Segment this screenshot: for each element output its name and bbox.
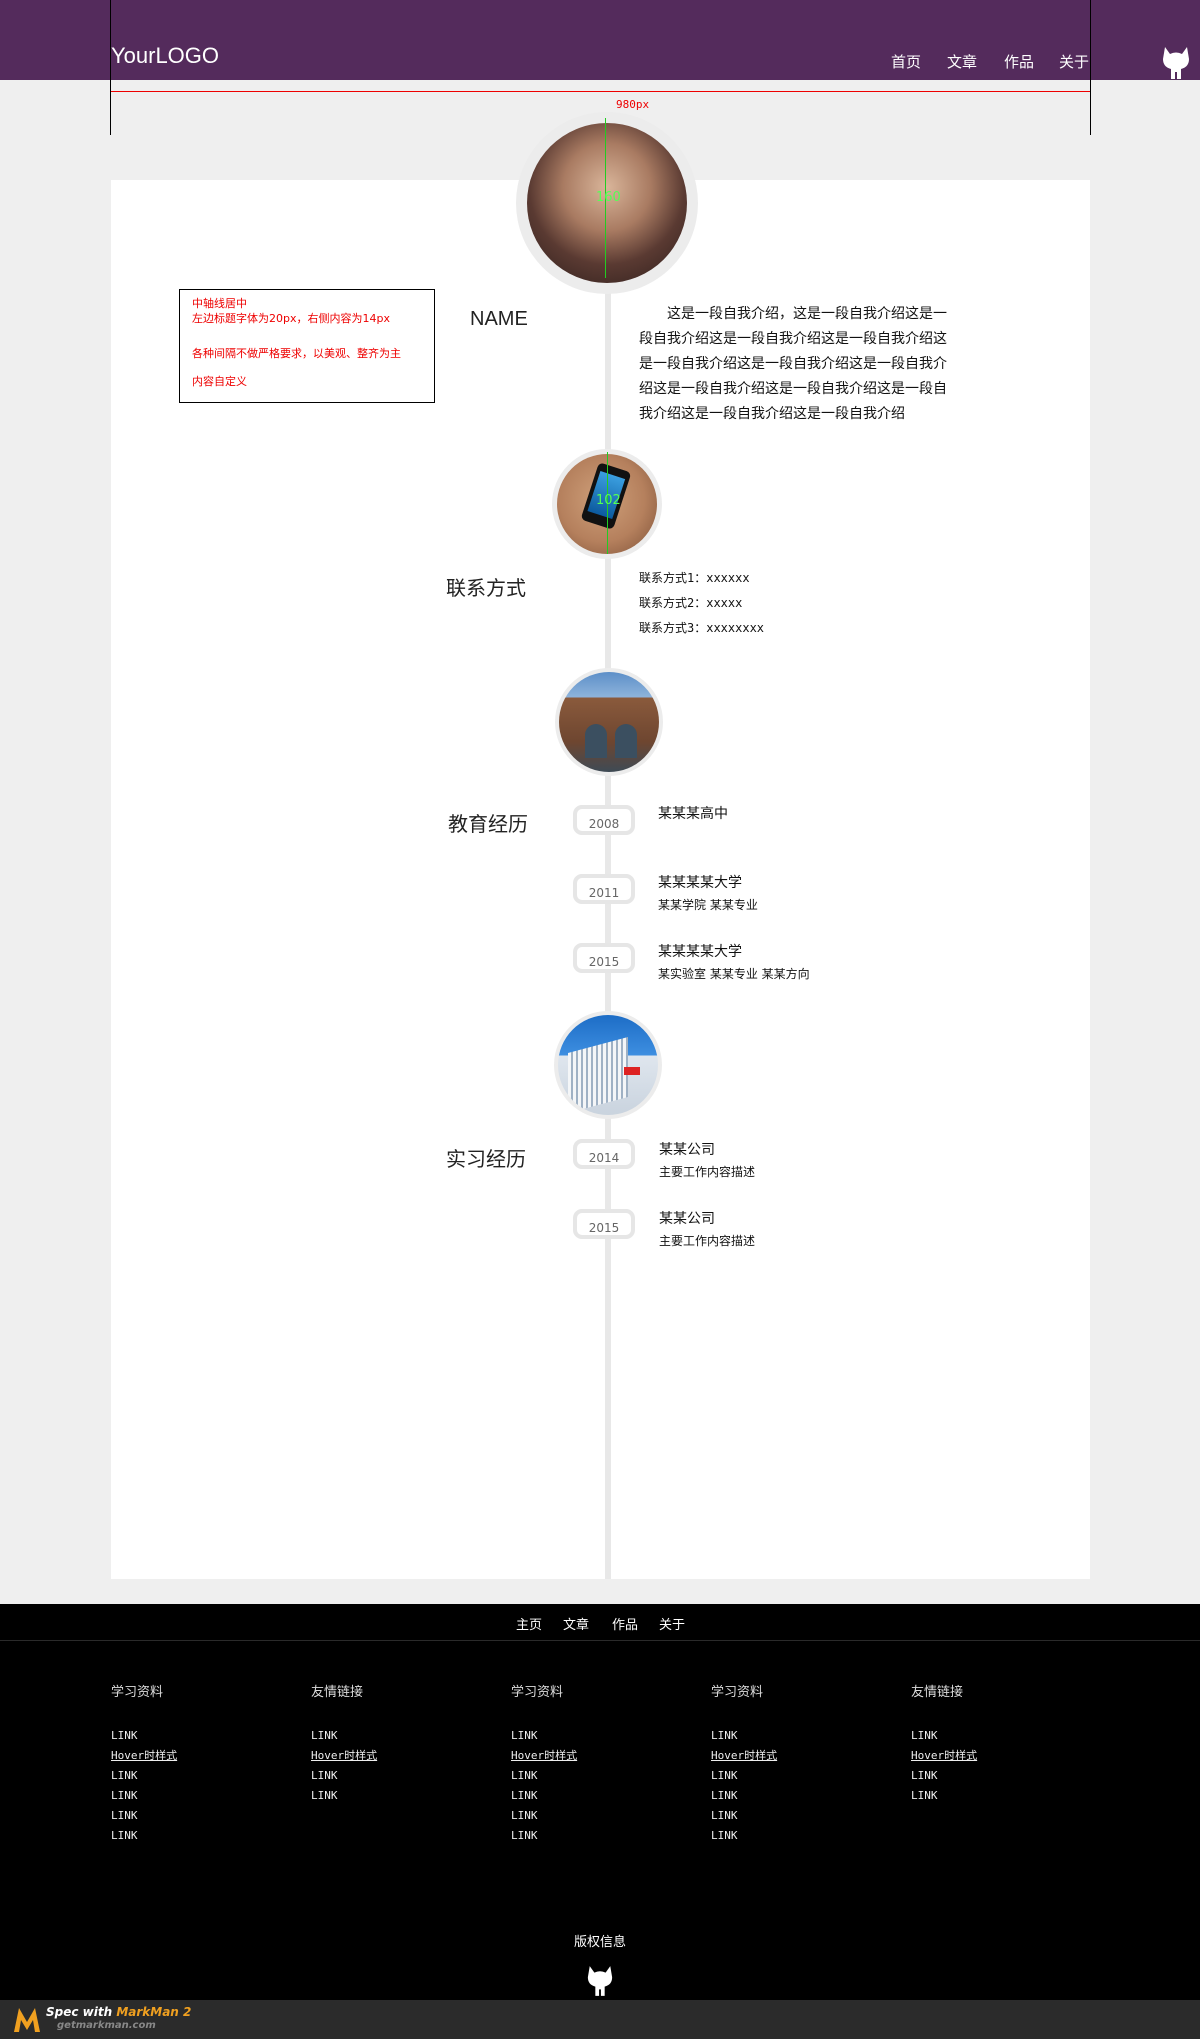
- spec-phone-label: 102: [596, 493, 621, 508]
- footer-link[interactable]: LINK: [511, 1806, 577, 1826]
- spec-width-label: 980px: [616, 98, 650, 111]
- site-logo[interactable]: YourLOGO: [111, 43, 219, 69]
- footer-column-title: 友情链接: [311, 1685, 364, 1700]
- internship-icon-frame: [554, 1011, 662, 1119]
- footer-link[interactable]: Hover时样式: [111, 1746, 177, 1766]
- footer-link[interactable]: LINK: [511, 1766, 577, 1786]
- education-icon-frame: [555, 668, 663, 776]
- spec-avatar-label: 160: [596, 190, 621, 205]
- year-badge: 2011: [573, 874, 635, 904]
- footer-link[interactable]: LINK: [911, 1786, 977, 1806]
- school-name: 某某某高中: [658, 806, 728, 822]
- company-name: 某某公司: [659, 1142, 715, 1158]
- footer-nav-articles[interactable]: 文章: [563, 1614, 589, 1633]
- footer-link[interactable]: LINK: [311, 1726, 377, 1746]
- footer-link[interactable]: LINK: [111, 1726, 177, 1746]
- section-title-internship: 实习经历: [446, 1147, 526, 1171]
- footer-link[interactable]: LINK: [711, 1806, 777, 1826]
- github-cat-icon[interactable]: [1161, 45, 1191, 81]
- contact-list: 联系方式1：xxxxxx 联系方式2：xxxxx 联系方式3：xxxxxxxx: [639, 566, 764, 641]
- footer-link[interactable]: LINK: [911, 1766, 977, 1786]
- footer-link[interactable]: LINK: [111, 1786, 177, 1806]
- school-name: 某某某某大学: [658, 875, 742, 891]
- office-image: [558, 1015, 658, 1115]
- contact-item: 联系方式2：xxxxx: [639, 596, 743, 610]
- footer-link[interactable]: Hover时样式: [711, 1746, 777, 1766]
- year-badge: 2008: [573, 805, 635, 835]
- footer-link[interactable]: LINK: [711, 1826, 777, 1846]
- footer-link[interactable]: Hover时样式: [311, 1746, 377, 1766]
- school-detail: 某实验室 某某专业 某某方向: [658, 967, 810, 981]
- spec-right-guide: [1090, 0, 1091, 135]
- footer-nav: 主页 文章 作品 关于: [0, 1604, 1200, 1641]
- footer-column-title: 学习资料: [711, 1685, 764, 1700]
- footer-column: 友情链接 LINK Hover时样式 LINK LINK: [911, 1681, 977, 1806]
- footer-link[interactable]: LINK: [911, 1726, 977, 1746]
- footer-link[interactable]: LINK: [511, 1826, 577, 1846]
- footer-nav-home[interactable]: 主页: [516, 1614, 542, 1633]
- footer-link[interactable]: LINK: [711, 1786, 777, 1806]
- markman-brand: MarkMan 2: [116, 2005, 192, 2019]
- footer-link[interactable]: LINK: [711, 1766, 777, 1786]
- company-detail: 主要工作内容描述: [659, 1234, 756, 1248]
- github-cat-icon[interactable]: [586, 1964, 614, 1998]
- spec-note: 中轴线居中 左边标题字体为20px，右侧内容为14px 各种间隔不做严格要求，以…: [179, 289, 435, 403]
- markman-bar: Spec with MarkMan 2 getmarkman.com: [0, 2000, 1200, 2039]
- section-title-contact: 联系方式: [446, 576, 526, 600]
- footer-column-title: 学习资料: [511, 1685, 564, 1700]
- footer-column: 学习资料 LINK Hover时样式 LINK LINK LINK LINK: [111, 1681, 177, 1846]
- footer-column: 学习资料 LINK Hover时样式 LINK LINK LINK LINK: [511, 1681, 577, 1846]
- markman-prefix: Spec with: [46, 2005, 117, 2019]
- nav-about[interactable]: 关于: [1059, 51, 1089, 72]
- campus-image: [559, 672, 659, 772]
- self-intro: 这是一段自我介绍，这是一段自我介绍这是一段自我介绍这是一段自我介绍这是一段自我介…: [639, 306, 947, 422]
- footer-column-title: 友情链接: [911, 1685, 964, 1700]
- footer-nav-works[interactable]: 作品: [612, 1614, 638, 1633]
- footer-link[interactable]: LINK: [111, 1806, 177, 1826]
- school-name: 某某某某大学: [658, 944, 742, 960]
- contact-item: 联系方式1：xxxxxx: [639, 571, 750, 585]
- note-line: 各种间隔不做严格要求，以美观、整齐为主: [192, 347, 401, 360]
- footer-link[interactable]: LINK: [111, 1766, 177, 1786]
- footer-link[interactable]: Hover时样式: [911, 1746, 977, 1766]
- nav-works[interactable]: 作品: [1004, 51, 1034, 72]
- section-title-education: 教育经历: [448, 812, 528, 836]
- nav-home[interactable]: 首页: [891, 51, 921, 72]
- footer-column: 学习资料 LINK Hover时样式 LINK LINK LINK LINK: [711, 1681, 777, 1846]
- markman-logo-icon: [14, 2008, 40, 2032]
- note-line: 左边标题字体为20px，右侧内容为14px: [192, 312, 390, 325]
- footer-nav-about[interactable]: 关于: [659, 1614, 685, 1633]
- section-title-name: NAME: [470, 308, 528, 330]
- footer-link[interactable]: LINK: [311, 1786, 377, 1806]
- footer-link[interactable]: LINK: [511, 1786, 577, 1806]
- footer-link[interactable]: LINK: [111, 1826, 177, 1846]
- footer-link[interactable]: LINK: [511, 1726, 577, 1746]
- footer-column-title: 学习资料: [111, 1685, 164, 1700]
- note-line: 中轴线居中: [192, 297, 247, 310]
- nav-articles[interactable]: 文章: [947, 51, 977, 72]
- markman-site: getmarkman.com: [57, 2020, 156, 2031]
- footer-column: 友情链接 LINK Hover时样式 LINK LINK: [311, 1681, 377, 1806]
- footer-link[interactable]: LINK: [711, 1726, 777, 1746]
- copyright: 版权信息: [573, 1935, 626, 1950]
- company-name: 某某公司: [659, 1211, 715, 1227]
- company-detail: 主要工作内容描述: [659, 1165, 756, 1179]
- footer-link[interactable]: Hover时样式: [511, 1746, 577, 1766]
- year-badge: 2015: [573, 1209, 635, 1239]
- spec-width-line: [111, 91, 1090, 92]
- note-line: 内容自定义: [192, 375, 247, 388]
- school-detail: 某某学院 某某专业: [658, 898, 758, 912]
- footer-link[interactable]: LINK: [311, 1766, 377, 1786]
- year-badge: 2014: [573, 1139, 635, 1169]
- year-badge: 2015: [573, 943, 635, 973]
- contact-item: 联系方式3：xxxxxxxx: [639, 621, 765, 635]
- spec-left-guide: [110, 0, 111, 135]
